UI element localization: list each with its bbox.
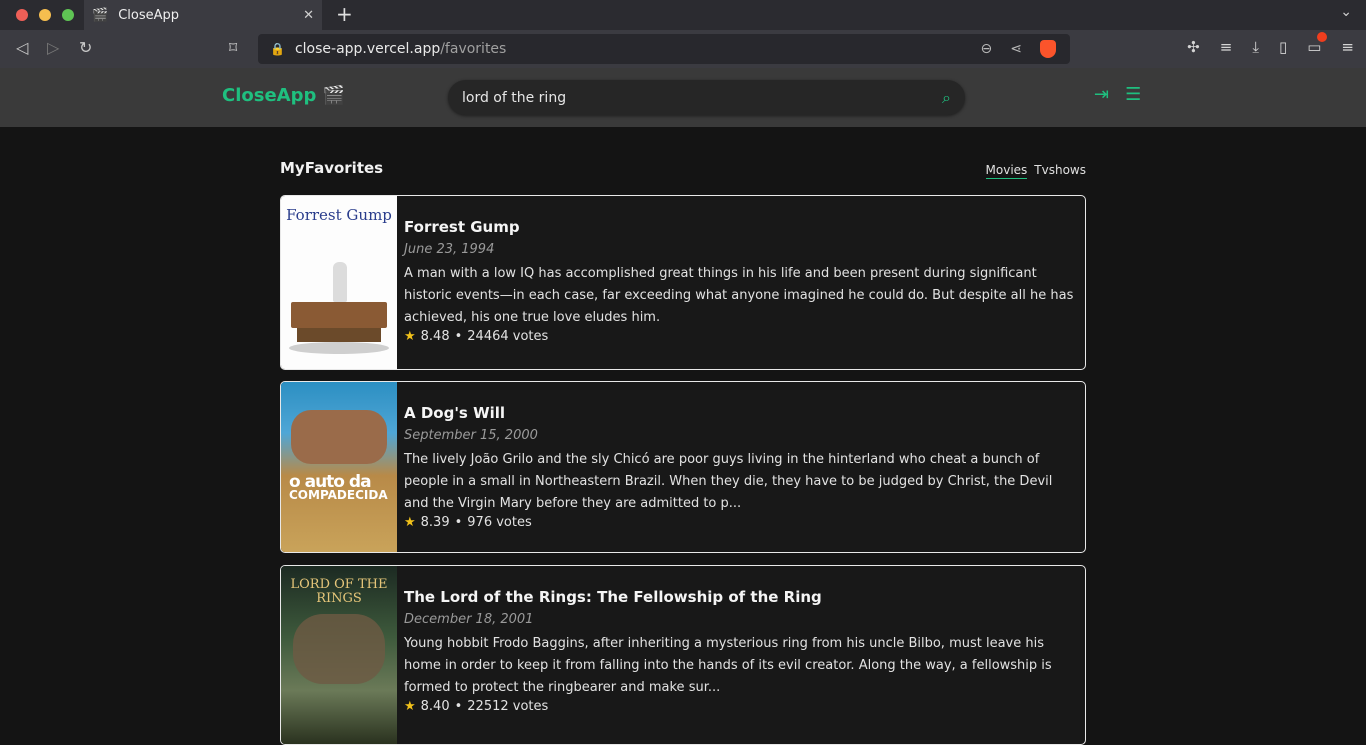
hamburger-menu-icon[interactable]: ☰ bbox=[1125, 84, 1141, 105]
movie-overview: The lively João Grilo and the sly Chicó … bbox=[404, 452, 1053, 511]
sidebar-icon[interactable]: ▯ bbox=[1279, 38, 1287, 56]
share-icon[interactable]: ⋖ bbox=[1010, 41, 1022, 57]
tab-title: CloseApp bbox=[118, 7, 179, 23]
movie-overview: A man with a low IQ has accomplished gre… bbox=[404, 266, 1074, 325]
close-window-button[interactable] bbox=[16, 9, 28, 21]
brave-shield-icon[interactable] bbox=[1040, 40, 1056, 58]
zoom-icon[interactable]: ⊖ bbox=[981, 41, 993, 57]
poster-subtitle: COMPADECIDA bbox=[289, 488, 388, 502]
app-header: CloseApp 🎬 ⌕ ⇥ ☰ bbox=[0, 68, 1366, 127]
search-icon[interactable]: ⌕ bbox=[942, 88, 951, 108]
favicon-icon: 🎬 bbox=[92, 7, 109, 23]
movie-rating: ★ 8.48 • 24464 votes bbox=[404, 329, 549, 344]
url-path: /favorites bbox=[440, 41, 507, 57]
app-logo[interactable]: CloseApp 🎬 bbox=[222, 85, 345, 106]
playlist-icon[interactable]: ≡ bbox=[1220, 38, 1233, 56]
movie-poster[interactable]: o auto da COMPADECIDA bbox=[281, 382, 397, 552]
page-title: MyFavorites bbox=[280, 159, 384, 177]
release-date: December 18, 2001 bbox=[404, 612, 534, 627]
browser-tab[interactable]: 🎬 CloseApp ✕ bbox=[84, 0, 322, 30]
release-date: September 15, 2000 bbox=[404, 428, 538, 443]
browser-tabbar: 🎬 CloseApp ✕ + ⌄ bbox=[0, 0, 1366, 30]
movie-rating: ★ 8.39 • 976 votes bbox=[404, 515, 532, 530]
extensions-icon[interactable]: ✣ bbox=[1187, 38, 1200, 56]
poster-title: LORD OF THE RINGS bbox=[290, 577, 388, 606]
tab-movies[interactable]: Movies bbox=[985, 163, 1028, 179]
search-input[interactable] bbox=[462, 89, 943, 106]
window-controls bbox=[16, 9, 74, 21]
tab-tvshows[interactable]: Tvshows bbox=[1034, 163, 1086, 179]
lock-icon: 🔒 bbox=[270, 42, 285, 56]
star-icon: ★ bbox=[404, 699, 416, 714]
url-host: close-app.vercel.app bbox=[294, 41, 441, 57]
star-icon: ★ bbox=[404, 515, 416, 530]
logout-icon[interactable]: ⇥ bbox=[1094, 84, 1109, 105]
address-bar[interactable]: 🔒 close-app.vercel.app /favorites ⊖ ⋖ bbox=[258, 34, 1070, 64]
favorites-section: MyFavorites Movies Tvshows Forrest Gump … bbox=[280, 127, 1086, 745]
movie-card[interactable]: o auto da COMPADECIDA A Dog's Will Septe… bbox=[280, 381, 1086, 553]
maximize-window-button[interactable] bbox=[62, 9, 74, 21]
reload-icon[interactable]: ↻ bbox=[79, 38, 92, 57]
minimize-window-button[interactable] bbox=[39, 9, 51, 21]
back-icon[interactable]: ◁ bbox=[16, 38, 28, 57]
browser-toolbar: ◁ ▷ ↻ ⌑ 🔒 close-app.vercel.app /favorite… bbox=[0, 30, 1366, 68]
menu-icon[interactable]: ≡ bbox=[1341, 38, 1354, 56]
poster-title: Forrest Gump bbox=[286, 206, 392, 224]
new-tab-icon[interactable]: + bbox=[336, 2, 353, 26]
vote-count: 24464 votes bbox=[467, 329, 549, 344]
star-icon: ★ bbox=[404, 329, 416, 344]
vote-count: 976 votes bbox=[467, 515, 532, 530]
movie-rating: ★ 8.40 • 22512 votes bbox=[404, 699, 549, 714]
movie-overview: Young hobbit Frodo Baggins, after inheri… bbox=[404, 636, 1052, 695]
movie-title[interactable]: Forrest Gump bbox=[404, 218, 1077, 236]
notification-badge bbox=[1317, 32, 1328, 42]
wallet-icon[interactable]: ▭ bbox=[1307, 32, 1328, 56]
close-tab-icon[interactable]: ✕ bbox=[303, 8, 314, 23]
release-date: June 23, 1994 bbox=[404, 242, 495, 257]
movie-poster[interactable]: LORD OF THE RINGS bbox=[281, 566, 397, 744]
forward-icon[interactable]: ▷ bbox=[47, 38, 59, 57]
rating-value: 8.39 bbox=[420, 515, 450, 530]
movie-poster[interactable]: Forrest Gump bbox=[281, 196, 397, 369]
download-icon[interactable]: ⤓ bbox=[1252, 38, 1259, 56]
movie-title[interactable]: The Lord of the Rings: The Fellowship of… bbox=[404, 588, 1077, 606]
movie-card[interactable]: Forrest Gump Forrest Gump June 23, 1994 … bbox=[280, 195, 1086, 370]
search-bar: ⌕ bbox=[448, 80, 965, 115]
chevron-down-icon[interactable]: ⌄ bbox=[1340, 4, 1352, 20]
vote-count: 22512 votes bbox=[467, 699, 549, 714]
bookmark-icon[interactable]: ⌑ bbox=[229, 38, 237, 57]
rating-value: 8.40 bbox=[420, 699, 450, 714]
movie-title[interactable]: A Dog's Will bbox=[404, 404, 1077, 422]
movie-card[interactable]: LORD OF THE RINGS The Lord of the Rings:… bbox=[280, 565, 1086, 745]
rating-value: 8.48 bbox=[420, 329, 450, 344]
